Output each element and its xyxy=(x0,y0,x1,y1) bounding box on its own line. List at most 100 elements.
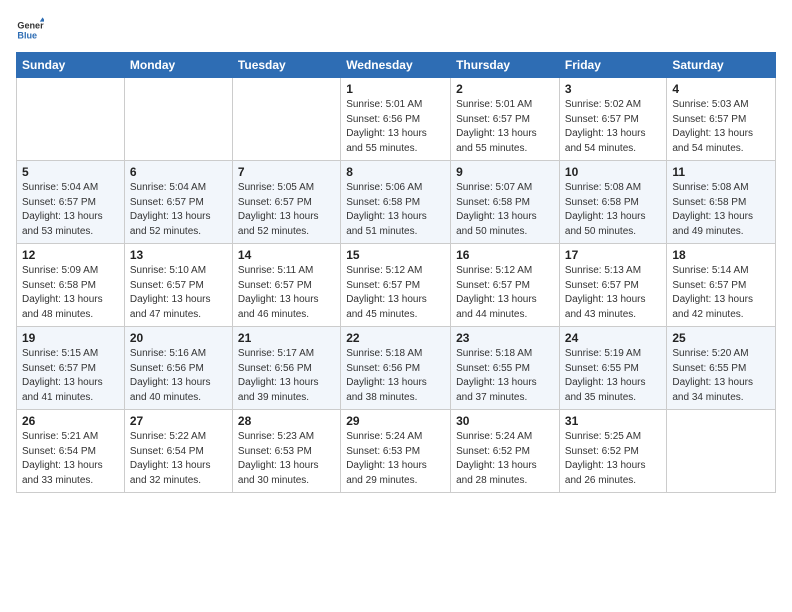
day-info: Sunrise: 5:20 AM Sunset: 6:55 PM Dayligh… xyxy=(672,347,770,405)
logo: General Blue xyxy=(16,16,46,44)
calendar-cell: 15 Sunrise: 5:12 AM Sunset: 6:57 PM Dayli… xyxy=(341,244,451,327)
calendar-cell: 22 Sunrise: 5:18 AM Sunset: 6:56 PM Dayli… xyxy=(341,327,451,410)
day-info: Sunrise: 5:05 AM Sunset: 6:57 PM Dayligh… xyxy=(238,181,335,239)
calendar-cell: 7 Sunrise: 5:05 AM Sunset: 6:57 PM Daylig… xyxy=(232,161,340,244)
day-info: Sunrise: 5:18 AM Sunset: 6:55 PM Dayligh… xyxy=(456,347,554,405)
calendar-cell: 18 Sunrise: 5:14 AM Sunset: 6:57 PM Dayli… xyxy=(667,244,776,327)
day-info: Sunrise: 5:01 AM Sunset: 6:57 PM Dayligh… xyxy=(456,98,554,156)
day-number: 10 xyxy=(565,165,661,179)
calendar-cell: 29 Sunrise: 5:24 AM Sunset: 6:53 PM Dayli… xyxy=(341,410,451,493)
day-info: Sunrise: 5:12 AM Sunset: 6:57 PM Dayligh… xyxy=(346,264,445,322)
day-number: 1 xyxy=(346,82,445,96)
day-number: 18 xyxy=(672,248,770,262)
day-number: 24 xyxy=(565,331,661,345)
day-info: Sunrise: 5:06 AM Sunset: 6:58 PM Dayligh… xyxy=(346,181,445,239)
calendar-cell: 23 Sunrise: 5:18 AM Sunset: 6:55 PM Dayli… xyxy=(451,327,560,410)
day-number: 20 xyxy=(130,331,227,345)
day-info: Sunrise: 5:02 AM Sunset: 6:57 PM Dayligh… xyxy=(565,98,661,156)
calendar-cell: 4 Sunrise: 5:03 AM Sunset: 6:57 PM Daylig… xyxy=(667,78,776,161)
page-header: General Blue xyxy=(16,16,776,44)
calendar-table: SundayMondayTuesdayWednesdayThursdayFrid… xyxy=(16,52,776,493)
day-info: Sunrise: 5:09 AM Sunset: 6:58 PM Dayligh… xyxy=(22,264,119,322)
day-info: Sunrise: 5:21 AM Sunset: 6:54 PM Dayligh… xyxy=(22,430,119,488)
day-number: 31 xyxy=(565,414,661,428)
day-of-week-header: Saturday xyxy=(667,53,776,78)
calendar-cell: 27 Sunrise: 5:22 AM Sunset: 6:54 PM Dayli… xyxy=(124,410,232,493)
day-number: 2 xyxy=(456,82,554,96)
day-info: Sunrise: 5:13 AM Sunset: 6:57 PM Dayligh… xyxy=(565,264,661,322)
day-info: Sunrise: 5:08 AM Sunset: 6:58 PM Dayligh… xyxy=(672,181,770,239)
day-number: 11 xyxy=(672,165,770,179)
day-number: 27 xyxy=(130,414,227,428)
day-number: 15 xyxy=(346,248,445,262)
day-of-week-header: Tuesday xyxy=(232,53,340,78)
calendar-cell xyxy=(667,410,776,493)
day-info: Sunrise: 5:22 AM Sunset: 6:54 PM Dayligh… xyxy=(130,430,227,488)
day-number: 8 xyxy=(346,165,445,179)
calendar-cell: 20 Sunrise: 5:16 AM Sunset: 6:56 PM Dayli… xyxy=(124,327,232,410)
day-info: Sunrise: 5:12 AM Sunset: 6:57 PM Dayligh… xyxy=(456,264,554,322)
calendar-cell: 10Sunrise: 5:08 AM Sunset: 6:58 PM Dayli… xyxy=(559,161,666,244)
day-of-week-header: Thursday xyxy=(451,53,560,78)
calendar-cell: 5 Sunrise: 5:04 AM Sunset: 6:57 PM Daylig… xyxy=(17,161,125,244)
day-number: 26 xyxy=(22,414,119,428)
day-info: Sunrise: 5:24 AM Sunset: 6:53 PM Dayligh… xyxy=(346,430,445,488)
day-of-week-header: Monday xyxy=(124,53,232,78)
calendar-cell xyxy=(17,78,125,161)
calendar-cell: 6Sunrise: 5:04 AM Sunset: 6:57 PM Daylig… xyxy=(124,161,232,244)
calendar-cell: 26 Sunrise: 5:21 AM Sunset: 6:54 PM Dayli… xyxy=(17,410,125,493)
day-info: Sunrise: 5:14 AM Sunset: 6:57 PM Dayligh… xyxy=(672,264,770,322)
day-number: 14 xyxy=(238,248,335,262)
day-info: Sunrise: 5:18 AM Sunset: 6:56 PM Dayligh… xyxy=(346,347,445,405)
day-info: Sunrise: 5:15 AM Sunset: 6:57 PM Dayligh… xyxy=(22,347,119,405)
day-info: Sunrise: 5:01 AM Sunset: 6:56 PM Dayligh… xyxy=(346,98,445,156)
day-number: 29 xyxy=(346,414,445,428)
day-number: 12 xyxy=(22,248,119,262)
calendar-cell: 14Sunrise: 5:11 AM Sunset: 6:57 PM Dayli… xyxy=(232,244,340,327)
day-info: Sunrise: 5:10 AM Sunset: 6:57 PM Dayligh… xyxy=(130,264,227,322)
day-number: 5 xyxy=(22,165,119,179)
calendar-cell: 13 Sunrise: 5:10 AM Sunset: 6:57 PM Dayli… xyxy=(124,244,232,327)
calendar-cell: 25Sunrise: 5:20 AM Sunset: 6:55 PM Dayli… xyxy=(667,327,776,410)
day-of-week-header: Friday xyxy=(559,53,666,78)
day-info: Sunrise: 5:23 AM Sunset: 6:53 PM Dayligh… xyxy=(238,430,335,488)
day-info: Sunrise: 5:25 AM Sunset: 6:52 PM Dayligh… xyxy=(565,430,661,488)
day-info: Sunrise: 5:16 AM Sunset: 6:56 PM Dayligh… xyxy=(130,347,227,405)
day-number: 30 xyxy=(456,414,554,428)
svg-text:Blue: Blue xyxy=(17,30,37,40)
calendar-cell: 21Sunrise: 5:17 AM Sunset: 6:56 PM Dayli… xyxy=(232,327,340,410)
day-info: Sunrise: 5:04 AM Sunset: 6:57 PM Dayligh… xyxy=(130,181,227,239)
day-number: 28 xyxy=(238,414,335,428)
day-number: 3 xyxy=(565,82,661,96)
calendar-cell xyxy=(124,78,232,161)
day-number: 4 xyxy=(672,82,770,96)
day-number: 22 xyxy=(346,331,445,345)
day-number: 7 xyxy=(238,165,335,179)
day-info: Sunrise: 5:24 AM Sunset: 6:52 PM Dayligh… xyxy=(456,430,554,488)
calendar-cell: 8 Sunrise: 5:06 AM Sunset: 6:58 PM Daylig… xyxy=(341,161,451,244)
calendar-cell: 11 Sunrise: 5:08 AM Sunset: 6:58 PM Dayli… xyxy=(667,161,776,244)
calendar-cell: 9 Sunrise: 5:07 AM Sunset: 6:58 PM Daylig… xyxy=(451,161,560,244)
day-number: 17 xyxy=(565,248,661,262)
calendar-cell: 16Sunrise: 5:12 AM Sunset: 6:57 PM Dayli… xyxy=(451,244,560,327)
calendar-cell: 19 Sunrise: 5:15 AM Sunset: 6:57 PM Dayli… xyxy=(17,327,125,410)
day-info: Sunrise: 5:17 AM Sunset: 6:56 PM Dayligh… xyxy=(238,347,335,405)
calendar-cell: 2 Sunrise: 5:01 AM Sunset: 6:57 PM Daylig… xyxy=(451,78,560,161)
day-of-week-header: Sunday xyxy=(17,53,125,78)
calendar-cell: 12 Sunrise: 5:09 AM Sunset: 6:58 PM Dayli… xyxy=(17,244,125,327)
calendar-cell: 28 Sunrise: 5:23 AM Sunset: 6:53 PM Dayli… xyxy=(232,410,340,493)
day-number: 19 xyxy=(22,331,119,345)
day-info: Sunrise: 5:04 AM Sunset: 6:57 PM Dayligh… xyxy=(22,181,119,239)
day-number: 13 xyxy=(130,248,227,262)
calendar-cell: 3 Sunrise: 5:02 AM Sunset: 6:57 PM Daylig… xyxy=(559,78,666,161)
calendar-cell: 17 Sunrise: 5:13 AM Sunset: 6:57 PM Dayli… xyxy=(559,244,666,327)
day-number: 9 xyxy=(456,165,554,179)
calendar-cell xyxy=(232,78,340,161)
day-info: Sunrise: 5:03 AM Sunset: 6:57 PM Dayligh… xyxy=(672,98,770,156)
calendar-cell: 1 Sunrise: 5:01 AM Sunset: 6:56 PM Daylig… xyxy=(341,78,451,161)
svg-text:General: General xyxy=(17,21,44,31)
day-number: 23 xyxy=(456,331,554,345)
day-info: Sunrise: 5:19 AM Sunset: 6:55 PM Dayligh… xyxy=(565,347,661,405)
day-info: Sunrise: 5:07 AM Sunset: 6:58 PM Dayligh… xyxy=(456,181,554,239)
calendar-cell: 30 Sunrise: 5:24 AM Sunset: 6:52 PM Dayli… xyxy=(451,410,560,493)
